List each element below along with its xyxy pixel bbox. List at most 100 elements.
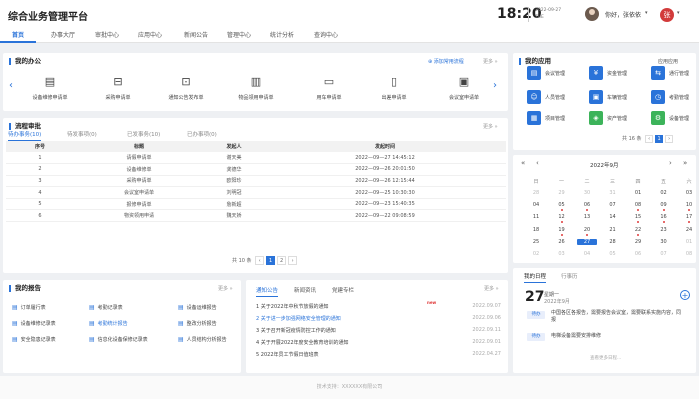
tab-notice[interactable]: 通知公告 [256,286,279,297]
tab-apps[interactable]: 应用中心 [130,29,170,43]
tab-done[interactable]: 已办事项(0) [187,130,217,138]
table-row[interactable]: 4 会议室申请单 刘明冠 2022—09—25 10:30:30 [6,186,506,199]
report-item[interactable]: ▤ 设备维修记录表 [12,320,56,327]
report-item[interactable]: ▤ 安全隐患记录表 [12,336,56,343]
calendar-day[interactable]: 06 [628,251,648,257]
calendar-day[interactable]: 16 [654,214,674,220]
schedule-item[interactable]: 电梯设备需要安排维修 [551,333,681,340]
calendar-day[interactable]: 01 [679,239,699,245]
tab-statistics[interactable]: 统计分析 [262,29,302,43]
app-label[interactable]: 项目管理 [545,115,565,122]
report-more-link[interactable]: 更多 » [218,285,233,292]
report-item[interactable]: ▤ 设备运维报告 [178,304,217,311]
tab-service-hall[interactable]: 办事大厅 [45,29,81,43]
office-item-vehicle[interactable]: ▭ 用车申请单 [294,76,364,102]
calendar-day[interactable]: 18 [526,227,546,233]
asset-icon[interactable]: ◈ [589,111,603,125]
calendar-day[interactable]: 13 [577,214,597,220]
calendar-day[interactable]: 11 [526,214,546,220]
calendar-day[interactable]: 01 [628,190,648,196]
tab-sent[interactable]: 已发事务(10) [127,130,160,138]
next-month-icon[interactable]: › [669,159,672,167]
page-button[interactable]: 1 [655,135,664,143]
schedule-item[interactable]: 中国各区各报告，需要报告会议室，需要联系实施内容，同报 [551,310,681,324]
add-flow-link[interactable]: ⊕ 添加常用流程 [428,58,464,65]
tab-news[interactable]: 新闻公告 [176,29,216,43]
news-more-link[interactable]: 更多 » [484,285,499,292]
calendar-day[interactable]: 22 [628,227,648,233]
calendar-day[interactable]: 23 [654,227,674,233]
calendar-day[interactable]: 07 [654,251,674,257]
calendar-day[interactable]: 14 [603,214,623,220]
car-icon[interactable]: ▣ [589,90,603,104]
calendar-day[interactable]: 12 [552,214,572,220]
prev-month-icon[interactable]: ‹ [536,159,539,167]
app-label[interactable]: 设备管理 [669,115,689,122]
app-label[interactable]: 通行管理 [669,70,689,77]
tab-news[interactable]: 新闻资讯 [294,286,316,294]
office-more-link[interactable]: 更多 » [483,58,498,65]
chevron-left-icon[interactable]: ‹ [9,80,13,91]
calendar-day[interactable]: 29 [552,190,572,196]
tab-query[interactable]: 查询中心 [306,29,346,43]
next-page-button[interactable]: › [665,135,674,143]
news-item[interactable]: 5 2022年员工节假日值班表 2022.04.27 [256,351,501,358]
office-item-supplies[interactable]: ▥ 物品领用申请单 [221,76,291,102]
calendar-day[interactable]: 29 [628,239,648,245]
calendar-day[interactable]: 26 [552,239,572,245]
calendar-day[interactable]: 02 [526,251,546,257]
calendar-day[interactable]: 21 [603,227,623,233]
tab-home[interactable]: 首页 [0,29,36,43]
tab-calendar-events[interactable]: 行事历 [561,272,578,280]
calendar-day[interactable]: 25 [526,239,546,245]
tab-approval[interactable]: 审批中心 [87,29,127,43]
greeting-text[interactable]: 你好，张依依 [605,10,641,19]
calendar-day[interactable]: 04 [526,202,546,208]
app-label[interactable]: 资金管理 [607,70,627,77]
calendar-day[interactable]: 17 [679,214,699,220]
office-item-purchase[interactable]: ⊟ 采购申请单 [83,76,153,102]
app-label[interactable]: 会议管理 [545,70,565,77]
traffic-icon[interactable]: ⇆ [651,66,665,80]
calendar-day[interactable]: 05 [552,202,572,208]
table-row[interactable]: 6 物资领用申请 魏天娇 2022—09—22 09:08:59 [6,209,506,223]
prev-page-button[interactable]: ‹ [645,135,654,143]
add-schedule-icon[interactable]: + [680,290,690,300]
avatar[interactable] [585,7,599,21]
calendar-day[interactable]: 31 [603,190,623,196]
prev-page-button[interactable]: ‹ [255,256,265,265]
calendar-day[interactable]: 08 [628,202,648,208]
office-item-notice[interactable]: ⊡ 通知公告发布单 [151,76,221,102]
report-item[interactable]: ▤ 考勤记录表 [89,304,123,311]
apps-manage-link[interactable]: 应用应用 [658,58,678,65]
process-more-link[interactable]: 更多 » [483,123,498,130]
next-page-button[interactable]: › [288,256,298,265]
chevron-down-icon[interactable]: ▾ [645,10,648,16]
tab-my-schedule[interactable]: 我的日程 [524,272,547,283]
calendar-day[interactable]: 28 [603,239,623,245]
calendar-day[interactable]: 24 [679,227,699,233]
office-item-trip[interactable]: ▯ 出差申请单 [359,76,429,102]
calendar-day[interactable]: 07 [603,202,623,208]
report-item[interactable]: ▤ 信息化设备保修记录表 [89,336,148,343]
meeting-icon[interactable]: ▤ [527,66,541,80]
attendance-icon[interactable]: ◷ [651,90,665,104]
calendar-day[interactable]: 30 [577,190,597,196]
user-badge[interactable]: 张 [660,8,674,22]
tab-pending[interactable]: 待办事务(10) [8,130,42,141]
calendar-day[interactable]: 02 [654,190,674,196]
person-icon[interactable]: ☺ [527,90,541,104]
report-item[interactable]: ▤ 整改分析报告 [178,320,217,327]
table-row[interactable]: 3 采购申请单 欧阳珍 2022—09—26 12:15:44 [6,175,506,188]
report-item-active[interactable]: ▤ 考勤统计报告 [89,320,128,327]
table-row[interactable]: 5 报修申请单 詹新超 2022—09—23 15:40:35 [6,198,506,211]
office-item-meeting[interactable]: ▣ 会议室申请单 [429,76,499,102]
calendar-day[interactable]: 19 [552,227,572,233]
report-item[interactable]: ▤ 订单履行表 [12,304,46,311]
report-item[interactable]: ▤ 人员结构分析报告 [178,336,227,343]
app-label[interactable]: 人员管理 [545,94,565,101]
calendar-day[interactable]: 28 [526,190,546,196]
office-item-repair[interactable]: ▤ 设备维修申请单 [15,76,85,102]
calendar-day[interactable]: 10 [679,202,699,208]
news-item[interactable]: 2 关于进一步加强网络安全管理的通知 2022.09.06 [256,315,501,322]
